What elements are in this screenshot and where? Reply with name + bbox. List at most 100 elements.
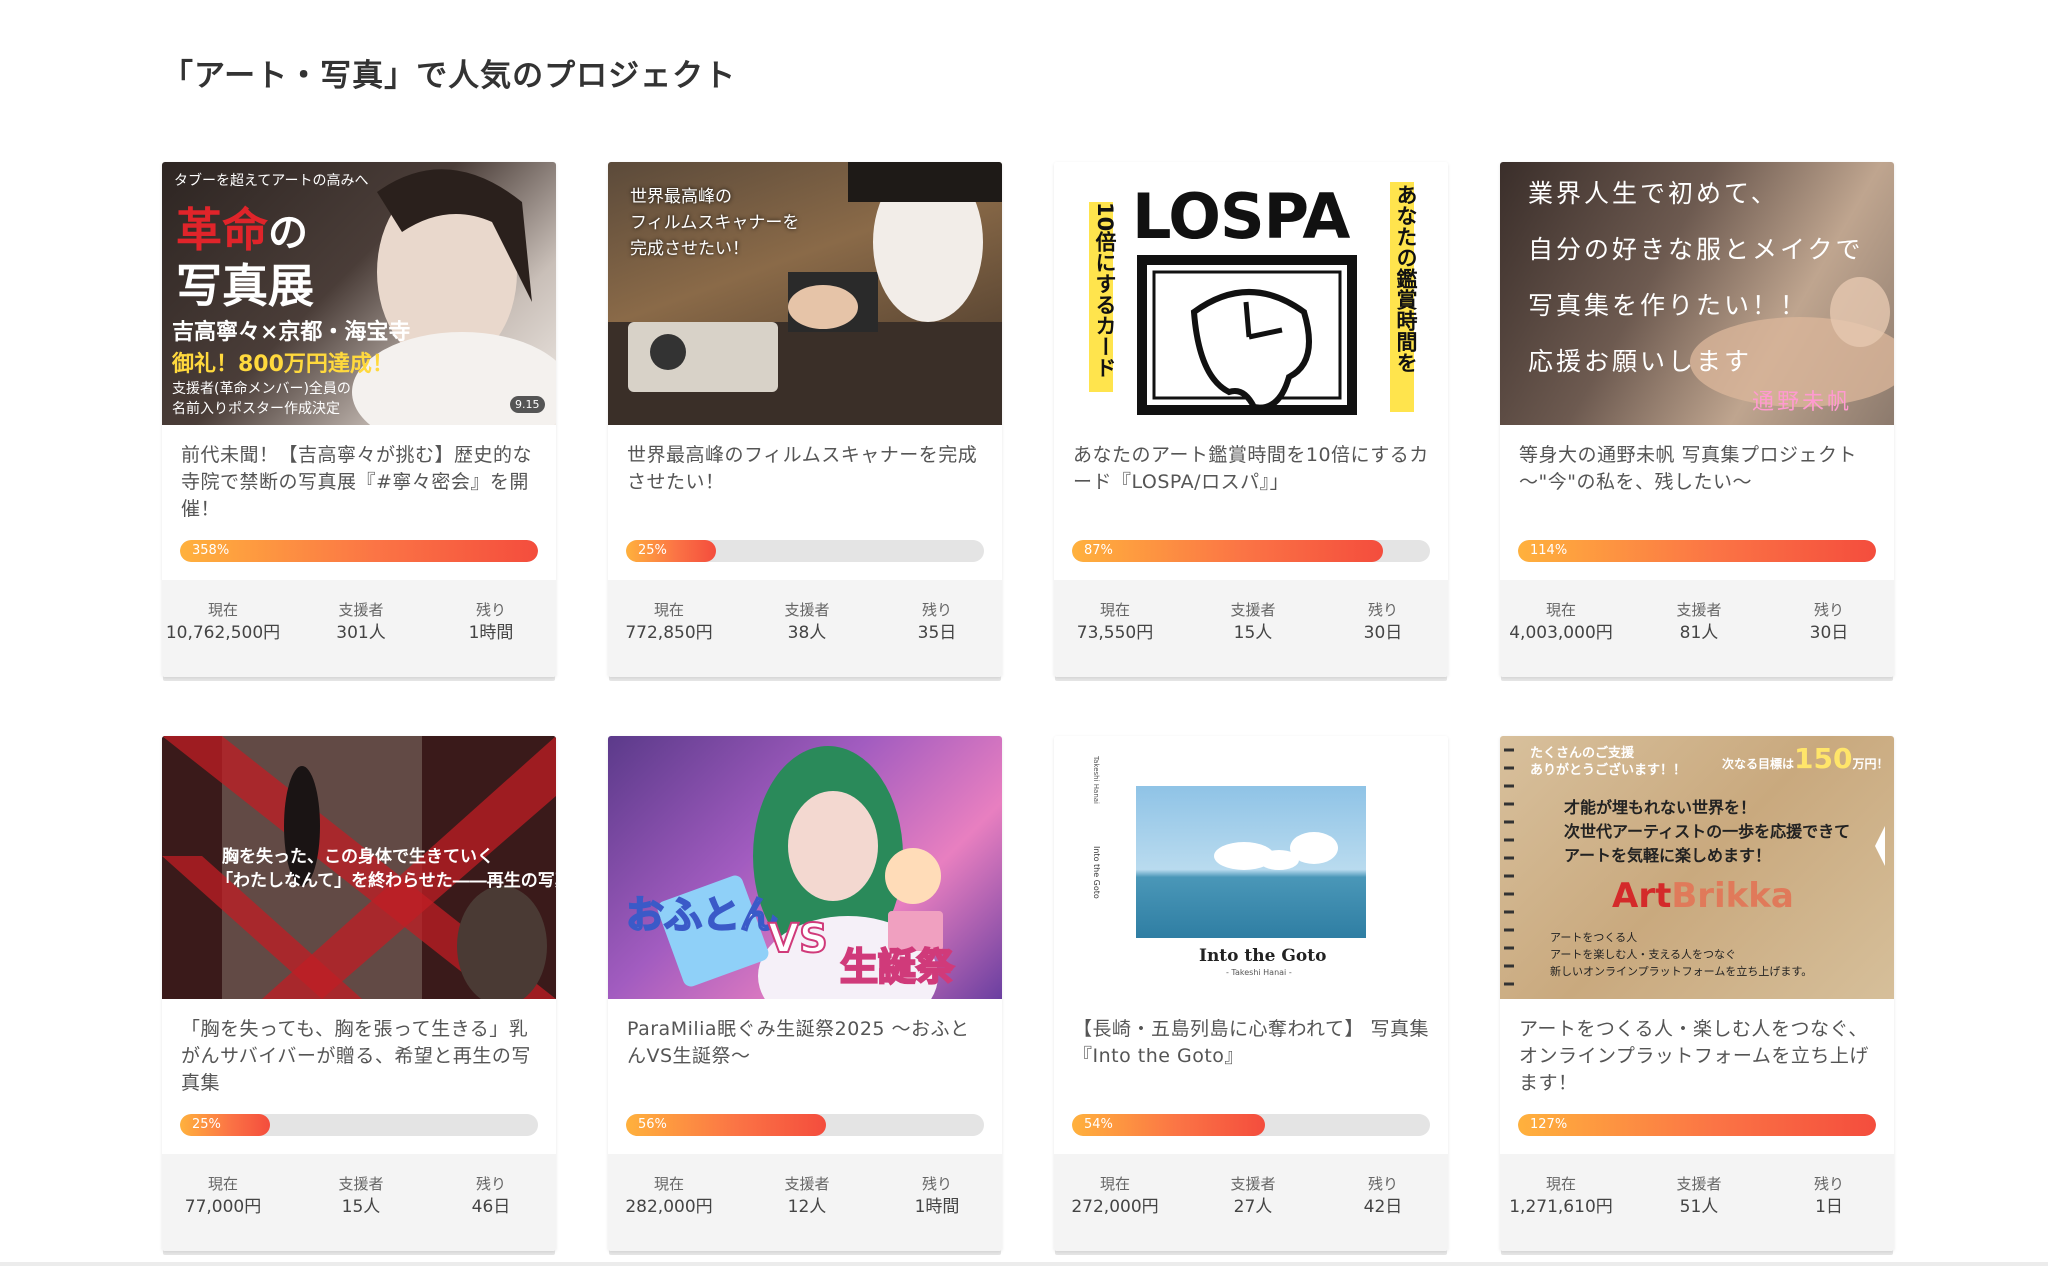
project-stats: 現在 4,003,000円 支援者 81人 残り 30日	[1500, 580, 1894, 677]
project-title[interactable]: ParaMilia眠ぐみ生誕祭2025 ～おふとんVS生誕祭～	[627, 1016, 987, 1070]
progress-label: 56%	[638, 1117, 667, 1132]
project-thumbnail[interactable]: 業界人生で初めて、 自分の好きな服とメイクで 写真集を作りたい！！ 応援お願いし…	[1500, 162, 1894, 425]
stat-remaining: 残り 30日	[1759, 600, 1894, 646]
stat-supporters: 支援者 301人	[291, 600, 431, 646]
project-card[interactable]: 胸を失った、この身体で生きていく 「わたしなんて」を終わらせた――再生の写真集 …	[162, 736, 556, 1251]
project-thumbnail[interactable]: タブーを超えてアートの高みへ 革命の 写真展 吉高寧々×京都・海宝寺 御礼！80…	[162, 162, 556, 425]
stat-value: 27人	[1233, 1197, 1273, 1217]
stat-label: 残り	[1813, 601, 1844, 619]
thumbnail-text: 完成させたい！	[630, 239, 749, 259]
thumbnail-text: フィルムスキャナーを	[630, 213, 800, 233]
thumbnail-text: 次なる目標は150万円！	[1722, 742, 1889, 775]
project-thumbnail[interactable]: 胸を失った、この身体で生きていく 「わたしなんて」を終わらせた――再生の写真集	[162, 736, 556, 999]
progress-label: 25%	[192, 1117, 221, 1132]
thumbnail-text: 写真集を作りたい！！	[1528, 291, 1809, 320]
project-card[interactable]: 世界最高峰の フィルムスキャナーを 完成させたい！ 世界最高峰のフィルムスキャナ…	[608, 162, 1002, 677]
stat-value: 1,271,610円	[1509, 1197, 1613, 1217]
stat-value: 73,550円	[1076, 623, 1154, 643]
thumbnail-text: ありがとうございます！！	[1530, 763, 1687, 778]
project-card[interactable]: LOSPA 10倍にするカード あなたの鑑賞時間を あなたのアート鑑賞時間を10…	[1054, 162, 1448, 677]
stat-label: 現在	[207, 601, 238, 619]
progress-fill	[1518, 540, 1876, 562]
project-title[interactable]: アートをつくる人・楽しむ人をつなぐ、オンラインプラットフォームを立ち上げます！	[1519, 1016, 1879, 1097]
progress-bar: 25%	[626, 540, 984, 562]
stat-value: 1時間	[468, 623, 514, 643]
progress-fill	[180, 540, 538, 562]
progress-label: 54%	[1084, 1117, 1113, 1132]
thumbnail-text: 生誕祭	[839, 944, 955, 990]
thumbnail-text: あなたの鑑賞時間を	[1394, 184, 1418, 373]
thumbnail-text: LOSPA	[1132, 180, 1350, 253]
project-card[interactable]: たくさんのご支援 ありがとうございます！！ 次なる目標は150万円！ 才能が埋も…	[1500, 736, 1894, 1251]
project-thumbnail[interactable]: LOSPA 10倍にするカード あなたの鑑賞時間を	[1054, 162, 1448, 425]
stat-supporters: 支援者 12人	[737, 1174, 877, 1220]
progress-fill	[1518, 1114, 1876, 1136]
stat-label: 支援者	[1230, 1175, 1276, 1193]
stat-remaining: 残り 42日	[1313, 1174, 1448, 1220]
project-stats: 現在 772,850円 支援者 38人 残り 35日	[608, 580, 1002, 677]
project-card[interactable]: タブーを超えてアートの高みへ 革命の 写真展 吉高寧々×京都・海宝寺 御礼！80…	[162, 162, 556, 677]
stat-label: 残り	[1367, 601, 1398, 619]
stat-value: 1日	[1815, 1197, 1843, 1217]
stat-supporters: 支援者 27人	[1183, 1174, 1323, 1220]
thumbnail-text: 写真展	[176, 259, 314, 313]
thumbnail-text: 応援お願いします	[1528, 347, 1753, 376]
project-grid: タブーを超えてアートの高みへ 革命の 写真展 吉高寧々×京都・海宝寺 御礼！80…	[162, 162, 1894, 1262]
thumbnail-text: 才能が埋もれない世界を！	[1564, 798, 1757, 817]
stat-label: 残り	[1813, 1175, 1844, 1193]
thumbnail-text: 名前入りポスター作成決定	[172, 401, 340, 417]
project-card[interactable]: 業界人生で初めて、 自分の好きな服とメイクで 写真集を作りたい！！ 応援お願いし…	[1500, 162, 1894, 677]
project-thumbnail[interactable]: たくさんのご支援 ありがとうございます！！ 次なる目標は150万円！ 才能が埋も…	[1500, 736, 1894, 999]
thumbnail-text: タブーを超えてアートの高みへ	[174, 173, 369, 189]
stat-value: 1時間	[914, 1197, 960, 1217]
stat-label: 残り	[1367, 1175, 1398, 1193]
stat-label: 現在	[1545, 1175, 1576, 1193]
project-title[interactable]: 世界最高峰のフィルムスキャナーを完成させたい！	[627, 442, 987, 496]
project-title[interactable]: 等身大の通野未帆 写真集プロジェクト～"今"の私を、残したい～	[1519, 442, 1879, 496]
stat-value: 42日	[1363, 1197, 1403, 1217]
project-card[interactable]: おふとん VS 生誕祭 ParaMilia眠ぐみ生誕祭2025 ～おふとんVS生…	[608, 736, 1002, 1251]
project-thumbnail[interactable]: Into the Goto - Takeshi Hanai - Takeshi …	[1054, 736, 1448, 999]
thumbnail-text: おふとん	[625, 892, 779, 938]
project-thumbnail[interactable]: 世界最高峰の フィルムスキャナーを 完成させたい！	[608, 162, 1002, 425]
project-stats: 現在 10,762,500円 支援者 301人 残り 1時間	[162, 580, 556, 677]
progress-bar: 358%	[180, 540, 538, 562]
project-title[interactable]: あなたのアート鑑賞時間を10倍にするカード『LOSPA/ロスパ』」	[1073, 442, 1433, 496]
stat-remaining: 残り 46日	[421, 1174, 556, 1220]
stat-supporters: 支援者 81人	[1629, 600, 1769, 646]
stat-value: 282,000円	[625, 1197, 713, 1217]
stat-label: 支援者	[784, 1175, 830, 1193]
stat-label: 支援者	[784, 601, 830, 619]
stat-current: 現在 772,850円	[608, 600, 739, 646]
stat-remaining: 残り 30日	[1313, 600, 1448, 646]
project-title[interactable]: 「胸を失っても、胸を張って生きる」乳がんサバイバーが贈る、希望と再生の写真集	[181, 1016, 541, 1097]
stat-current: 現在 10,762,500円	[162, 600, 293, 646]
stat-value: 77,000円	[184, 1197, 262, 1217]
thumbnail-text: 10倍にするカード	[1093, 202, 1117, 379]
thumbnail-text: 世界最高峰の	[630, 187, 732, 207]
stat-value: 46日	[471, 1197, 511, 1217]
progress-label: 127%	[1530, 1117, 1568, 1132]
project-card[interactable]: Into the Goto - Takeshi Hanai - Takeshi …	[1054, 736, 1448, 1251]
stat-remaining: 残り 35日	[867, 600, 1002, 646]
section-title: 「アート・写真」で人気のプロジェクト	[162, 58, 737, 94]
thumbnail-text: 次世代アーティストの一歩を応援できて	[1564, 822, 1851, 841]
progress-bar: 54%	[1072, 1114, 1430, 1136]
stat-value: 35日	[917, 623, 957, 643]
stat-current: 現在 4,003,000円	[1500, 600, 1631, 646]
progress-bar: 114%	[1518, 540, 1876, 562]
progress-fill	[1072, 540, 1384, 562]
stat-label: 残り	[921, 601, 952, 619]
thumbnail-badge: 9.15	[510, 396, 545, 413]
progress-label: 358%	[192, 543, 230, 558]
stat-supporters: 支援者 15人	[291, 1174, 431, 1220]
stat-value: 51人	[1679, 1197, 1719, 1217]
stat-label: 支援者	[338, 601, 384, 619]
thumbnail-text: アートをつくる人	[1550, 931, 1638, 944]
thumbnail-text: 通野未帆	[1752, 390, 1853, 415]
stat-supporters: 支援者 51人	[1629, 1174, 1769, 1220]
project-title[interactable]: 前代未聞！【吉高寧々が挑む】歴史的な寺院で禁断の写真展『#寧々密会』を開催！	[181, 442, 541, 523]
project-title[interactable]: 【長崎・五島列島に心奪われて】 写真集『Into the Goto』	[1073, 1016, 1433, 1070]
project-thumbnail[interactable]: おふとん VS 生誕祭	[608, 736, 1002, 999]
stat-label: 支援者	[338, 1175, 384, 1193]
